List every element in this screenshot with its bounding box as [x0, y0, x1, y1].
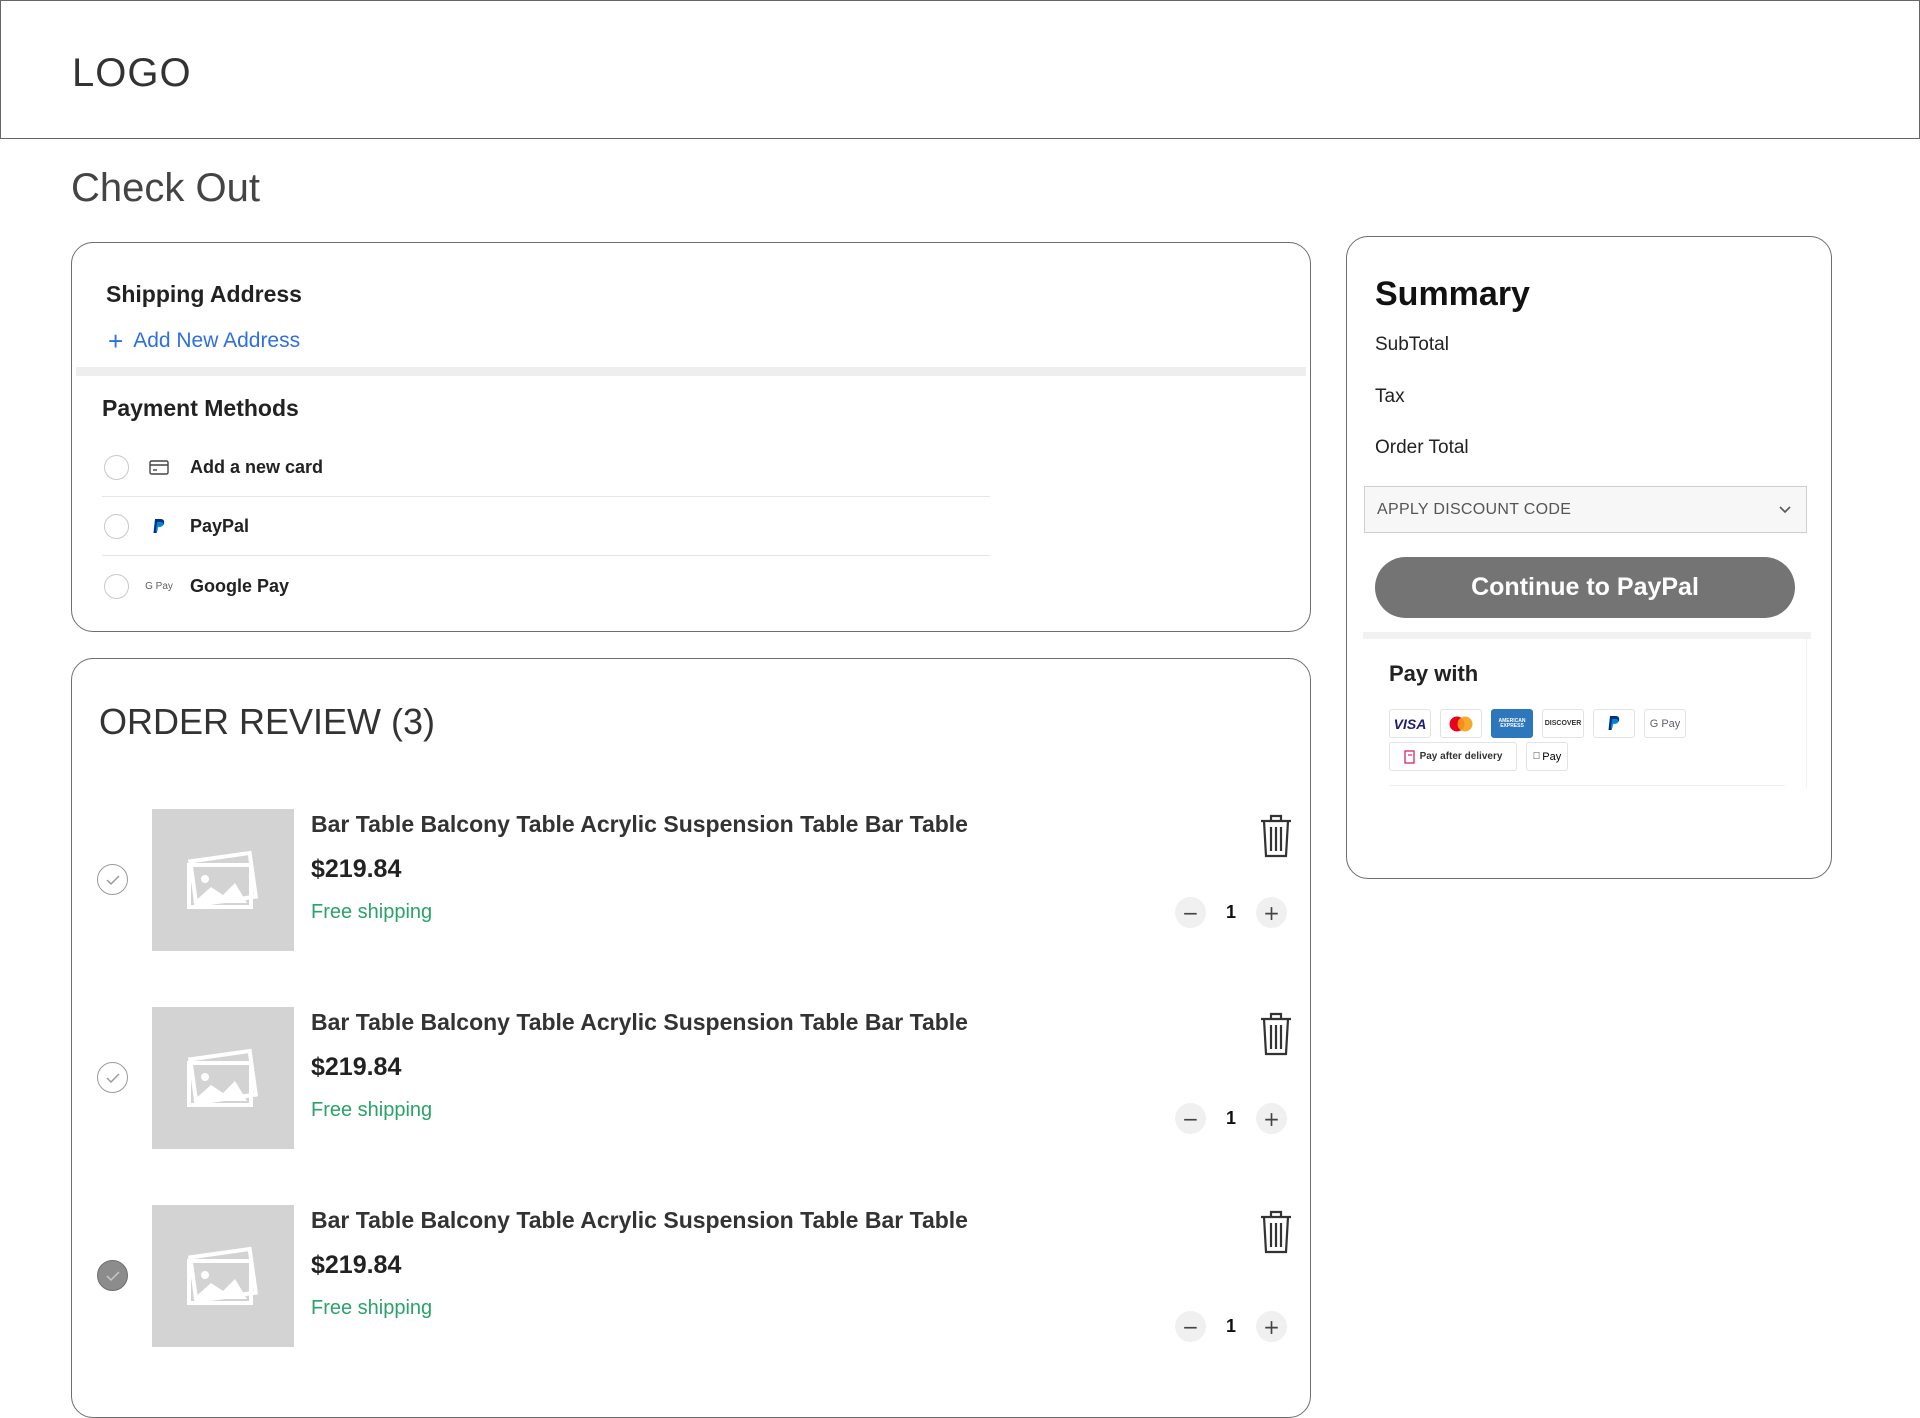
pay-after-delivery-icon: Pay after delivery [1389, 742, 1517, 771]
product-name[interactable]: Bar Table Balcony Table Acrylic Suspensi… [311, 1009, 968, 1036]
radio-add-card[interactable] [104, 455, 129, 480]
item-select-checkbox[interactable] [97, 864, 128, 895]
trash-icon[interactable] [1258, 1011, 1294, 1057]
pay-logos-row-2: Pay after delivery  Pay [1389, 742, 1568, 771]
trash-icon[interactable] [1258, 1209, 1294, 1255]
tax-label: Tax [1375, 386, 1405, 407]
visa-text: VISA [1393, 715, 1427, 732]
add-new-address-link[interactable]: + Add New Address [108, 328, 300, 354]
continue-to-paypal-button[interactable]: Continue to PayPal [1375, 557, 1795, 618]
pay-logos-row: VISA AMERICAN EXPRESS DISCOVER G Pay [1389, 709, 1686, 738]
product-price: $219.84 [311, 1053, 402, 1081]
payment-option-label: Add a new card [190, 457, 324, 477]
google-pay-text: G Pay [1649, 717, 1681, 730]
site-header: LOGO [0, 0, 1920, 139]
quantity-stepper: − 1 + [1175, 897, 1287, 928]
payment-option-label: PayPal [190, 516, 250, 536]
chevron-down-icon [1778, 501, 1792, 519]
product-image-placeholder-icon[interactable] [152, 1205, 294, 1347]
pay-with-title: Pay with [1389, 661, 1479, 686]
shipping-note: Free shipping [311, 1099, 433, 1121]
mastercard-icon [1440, 709, 1482, 738]
credit-card-icon [143, 457, 175, 479]
paypal-icon [143, 516, 175, 538]
logo[interactable]: LOGO [72, 51, 192, 96]
amex-text: AMERICAN EXPRESS [1498, 717, 1526, 729]
discover-text: DISCOVER [1544, 720, 1582, 727]
product-name[interactable]: Bar Table Balcony Table Acrylic Suspensi… [311, 1207, 968, 1234]
payment-option-paypal[interactable]: PayPal [102, 498, 990, 556]
paypal-logo-icon [1593, 709, 1635, 738]
increase-qty-button[interactable]: + [1256, 1103, 1287, 1134]
order-item: Bar Table Balcony Table Acrylic Suspensi… [72, 809, 1310, 951]
pay-after-delivery-text: Pay after delivery [1419, 751, 1503, 762]
discount-code-placeholder: APPLY DISCOUNT CODE [1377, 500, 1572, 518]
payment-option-google-pay[interactable]: G Pay Google Pay [102, 557, 990, 615]
shipping-note: Free shipping [311, 1297, 433, 1319]
subtotal-label: SubTotal [1375, 334, 1449, 355]
order-item: Bar Table Balcony Table Acrylic Suspensi… [72, 1007, 1310, 1149]
add-new-address-label: Add New Address [133, 329, 301, 352]
discover-icon: DISCOVER [1542, 709, 1584, 738]
apple-icon:  [1533, 751, 1541, 762]
product-price: $219.84 [311, 855, 402, 883]
item-select-checkbox[interactable] [97, 1260, 128, 1291]
product-price: $219.84 [311, 1251, 402, 1279]
apple-pay-icon:  Pay [1526, 742, 1568, 771]
quantity-stepper: − 1 + [1175, 1103, 1287, 1134]
decrease-qty-button[interactable]: − [1175, 1103, 1206, 1134]
payment-methods-heading: Payment Methods [102, 395, 299, 421]
visa-icon: VISA [1389, 709, 1431, 738]
section-divider [76, 367, 1306, 376]
payment-option-card[interactable]: Add a new card [102, 439, 990, 497]
discount-code-dropdown[interactable]: APPLY DISCOUNT CODE [1364, 486, 1807, 533]
increase-qty-button[interactable]: + [1256, 897, 1287, 928]
quantity-value: 1 [1225, 1316, 1236, 1336]
order-review-title: ORDER REVIEW (3) [99, 701, 436, 742]
pay-with-divider [1363, 632, 1811, 639]
quantity-value: 1 [1225, 1108, 1236, 1128]
google-pay-icon: G Pay [143, 575, 175, 597]
shipping-address-heading: Shipping Address [106, 281, 302, 307]
summary-card: Summary SubTotal Tax Order Total APPLY D… [1346, 236, 1832, 879]
increase-qty-button[interactable]: + [1256, 1311, 1287, 1342]
page-title: Check Out [71, 166, 260, 210]
plus-icon: + [108, 326, 124, 356]
order-total-label: Order Total [1375, 437, 1469, 458]
product-image-placeholder-icon[interactable] [152, 809, 294, 951]
radio-google-pay[interactable] [104, 573, 129, 599]
decrease-qty-button[interactable]: − [1175, 1311, 1206, 1342]
pay-with-section: Pay with VISA AMERICAN EXPRESS DISCOVER … [1367, 639, 1807, 787]
product-image-placeholder-icon[interactable] [152, 1007, 294, 1149]
google-pay-icon-text: G Pay [145, 580, 173, 592]
quantity-value: 1 [1225, 902, 1236, 922]
item-select-checkbox[interactable] [97, 1062, 128, 1093]
summary-title: Summary [1375, 275, 1530, 313]
apple-pay-text: Pay [1538, 750, 1561, 763]
google-pay-logo-icon: G Pay [1644, 709, 1686, 738]
quantity-stepper: − 1 + [1175, 1311, 1287, 1342]
decrease-qty-button[interactable]: − [1175, 897, 1206, 928]
order-item: Bar Table Balcony Table Acrylic Suspensi… [72, 1205, 1310, 1347]
shipping-payment-card: Shipping Address + Add New Address Payme… [71, 242, 1311, 632]
payment-option-label: Google Pay [190, 575, 290, 596]
order-review-card: ORDER REVIEW (3) Bar Table Balcony Table… [71, 658, 1311, 1418]
product-name[interactable]: Bar Table Balcony Table Acrylic Suspensi… [311, 811, 968, 838]
trash-icon[interactable] [1258, 813, 1294, 859]
radio-paypal[interactable] [104, 514, 129, 539]
amex-icon: AMERICAN EXPRESS [1491, 709, 1533, 738]
shipping-note: Free shipping [311, 901, 433, 923]
pay-with-bottom-line [1389, 785, 1785, 786]
